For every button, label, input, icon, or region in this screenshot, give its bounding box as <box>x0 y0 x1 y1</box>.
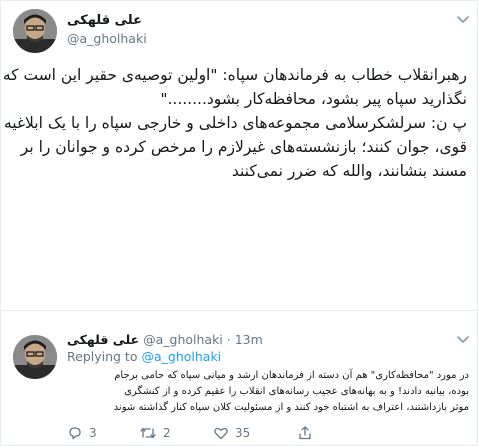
reply-text: در مورد "محافظه‌کاری" هم آن دسته از فرما… <box>65 368 469 416</box>
replying-to: Replying to @a_gholhaki <box>67 349 221 364</box>
reply-text-line: موثر بازداشتند، اعتراف به اشتباه خود کنن… <box>113 402 469 413</box>
replying-label: Replying to <box>67 349 138 364</box>
avatar[interactable] <box>13 335 57 379</box>
share-icon <box>299 426 311 440</box>
retweet-button[interactable]: 2 <box>139 425 171 441</box>
action-bar: 3 2 35 <box>67 425 327 443</box>
replying-handle-link[interactable]: @a_gholhaki <box>141 349 221 364</box>
like-button[interactable]: 35 <box>213 425 250 441</box>
retweet-icon <box>140 427 156 439</box>
like-count: 35 <box>235 426 251 440</box>
author-name[interactable]: علی قلهکی <box>67 13 142 28</box>
chevron-down-icon[interactable] <box>456 15 470 25</box>
tweet-text-line: مسند بنشانند، والله که ضرر نمی‌کنند <box>231 162 467 180</box>
heart-icon <box>214 427 228 440</box>
separator: · <box>226 332 231 347</box>
reply-header: علی قلهکی @a_gholhaki · 13m <box>67 332 263 347</box>
avatar[interactable] <box>13 9 57 53</box>
tweet-text-line: نگذارید سپاه پیر بشود، محافظه‌کار بشود..… <box>160 90 467 108</box>
tweet-thread: علی قلهکی @a_gholhaki رهبرانقلاب خطاب به… <box>0 0 478 446</box>
reply-text-line: بوده، بیانیه دادند! و به بهانه‌های عجیب … <box>124 386 469 397</box>
reply-icon <box>69 427 81 440</box>
tweet-text-line: قوی، جوان کنند؛ بازنشسته‌های غیرلازم را … <box>20 138 467 156</box>
chevron-down-icon[interactable] <box>456 335 470 345</box>
tweet-text: رهبرانقلاب خطاب به فرماندهان سپاه: "اولی… <box>2 63 467 183</box>
timestamp[interactable]: 13m <box>235 332 263 347</box>
author-handle[interactable]: @a_gholhaki <box>143 332 223 347</box>
tweet-text-line: پ ن: سرلشکرسلامی مجموعه‌های داخلی و خارج… <box>3 114 467 132</box>
author-name[interactable]: علی قلهکی <box>67 332 139 347</box>
author-handle[interactable]: @a_gholhaki <box>67 31 147 46</box>
reply-text-line: در مورد "محافظه‌کاری" هم آن دسته از فرما… <box>114 370 469 381</box>
tweet-text-line: رهبرانقلاب خطاب به فرماندهان سپاه: "اولی… <box>2 66 467 84</box>
share-button[interactable] <box>297 425 313 441</box>
reply-button[interactable]: 3 <box>67 425 97 441</box>
retweet-count: 2 <box>163 426 171 440</box>
reply-count: 3 <box>89 426 97 440</box>
